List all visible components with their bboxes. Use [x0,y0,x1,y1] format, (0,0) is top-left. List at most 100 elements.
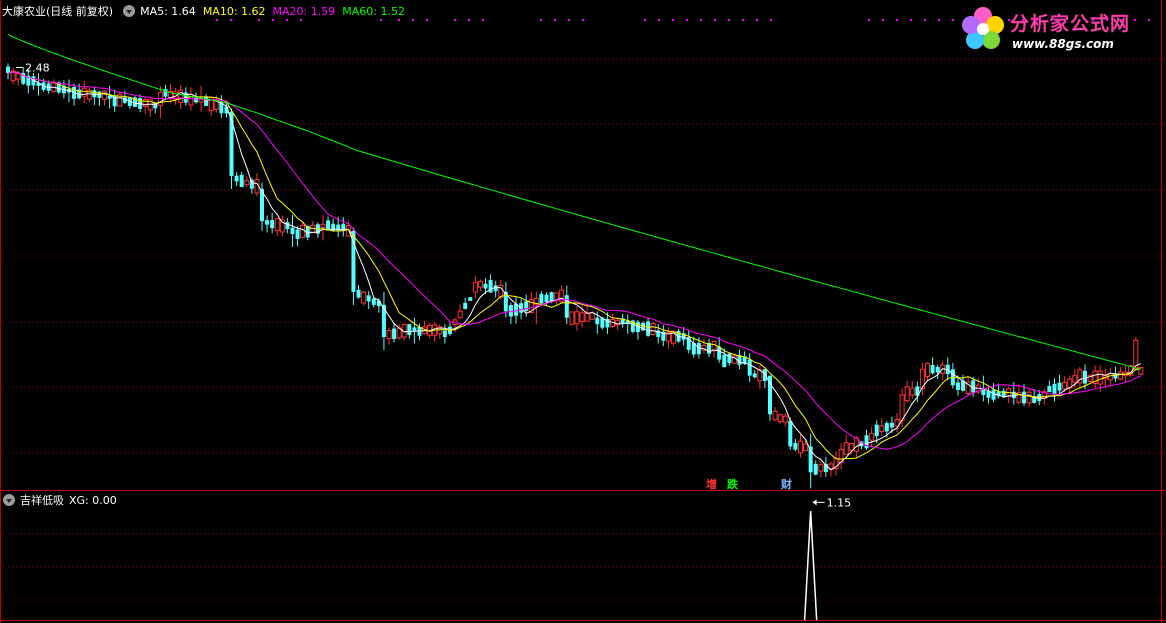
candle-89 [457,304,463,319]
candle-110 [564,285,569,325]
signal-dot-13 [540,19,542,21]
candle-140 [717,337,722,363]
candle-96 [493,280,498,298]
indicator-dropdown-icon[interactable] [3,494,15,506]
candle-25 [133,96,137,107]
main-header: 大康农业(日线 前复权) MA5: 1.64 MA10: 1.62 MA20: … [2,2,412,20]
candle-105 [539,290,544,306]
ma60-label: MA60: 1.52 [342,4,405,18]
signal-dot-20 [686,19,688,21]
candle-138 [707,339,712,358]
indicator-name: 吉祥低吸 [20,494,64,507]
candle-142 [727,352,732,366]
candle-57 [295,226,300,247]
candle-119 [610,313,616,328]
ma20-line [7,71,1141,450]
candle-112 [574,306,580,331]
candle-121 [620,313,625,328]
candle-60 [310,221,316,234]
candle-222 [1133,337,1139,370]
signal-dot-21 [700,19,702,21]
candle-54 [279,215,285,237]
signal-dot-28 [882,19,884,21]
candle-193 [986,386,991,404]
candle-216 [1102,369,1108,389]
candle-135 [691,336,696,358]
candle-137 [701,338,707,354]
candle-85 [437,324,443,339]
candle-149 [762,368,767,389]
label-zeng: 增 [706,478,717,491]
candle-177 [904,380,910,403]
candle-63 [326,216,331,231]
signal-dot-11 [468,19,470,21]
candle-32 [168,84,174,104]
candle-76 [392,323,397,343]
candle-6 [36,73,41,96]
signal-dot-23 [728,19,730,21]
signal-dot-32 [938,19,940,21]
candle-31 [163,84,168,100]
candle-48 [249,178,254,194]
signal-dot-26 [770,19,772,21]
candle-69 [356,285,361,299]
candle-42 [219,95,224,118]
xg-signal-spike [803,510,818,621]
candle-153 [782,412,788,427]
candle-75 [386,327,392,345]
candle-205 [1047,380,1052,393]
candle-201 [1026,388,1032,407]
candle-51 [265,215,270,233]
candle-24 [127,97,132,109]
candle-56 [290,214,295,247]
candle-61 [315,222,320,238]
candle-150 [768,375,772,421]
signal-dot-17 [644,19,646,21]
candle-72 [371,297,376,308]
ma5-label: MA5: 1.64 [140,4,196,18]
candle-66 [341,217,346,237]
candle-169 [864,429,869,450]
signal-dot-14 [554,19,556,21]
candle-70 [361,291,367,306]
low-label: 1.15 [827,496,852,509]
brand-logo: 分析家公式网 www.88gs.com [958,4,1158,54]
candle-151 [772,407,778,422]
high-label: 2.48 [25,61,50,74]
candle-186 [950,362,955,389]
ma60-line [7,33,1141,370]
candle-90 [463,297,468,310]
ma20-label: MA20: 1.59 [272,4,336,18]
signal-dot-25 [756,19,758,21]
candle-1 [10,67,16,85]
candle-108 [554,292,560,305]
candle-55 [285,217,290,234]
candle-197 [1006,387,1012,404]
candle-40 [208,96,214,116]
candle-37 [193,92,198,104]
candle-13 [72,83,77,106]
candle-46 [239,171,244,188]
candle-15 [81,80,87,104]
candle-164 [838,443,844,470]
candle-152 [777,413,783,425]
signal-dot-9 [426,19,428,21]
candle-52 [270,212,275,234]
candle-16 [86,87,92,102]
candle-49 [254,173,260,197]
candle-214 [1092,365,1098,389]
signal-dot-31 [924,19,926,21]
header-dropdown-icon[interactable] [123,5,136,17]
candle-182 [930,357,935,375]
indicator-header: 吉祥低吸 XG: 0.00 [2,491,124,509]
stock-title: 大康农业(日线 前复权) [2,5,114,18]
candle-92 [472,275,478,299]
candle-163 [833,451,839,476]
candle-146 [747,353,752,383]
ma10-label: MA10: 1.62 [202,4,266,18]
indicator-value: XG: 0.00 [69,493,117,507]
candle-144 [737,349,742,370]
candle-156 [797,434,803,458]
candle-74 [381,291,386,350]
candle-170 [869,427,875,447]
